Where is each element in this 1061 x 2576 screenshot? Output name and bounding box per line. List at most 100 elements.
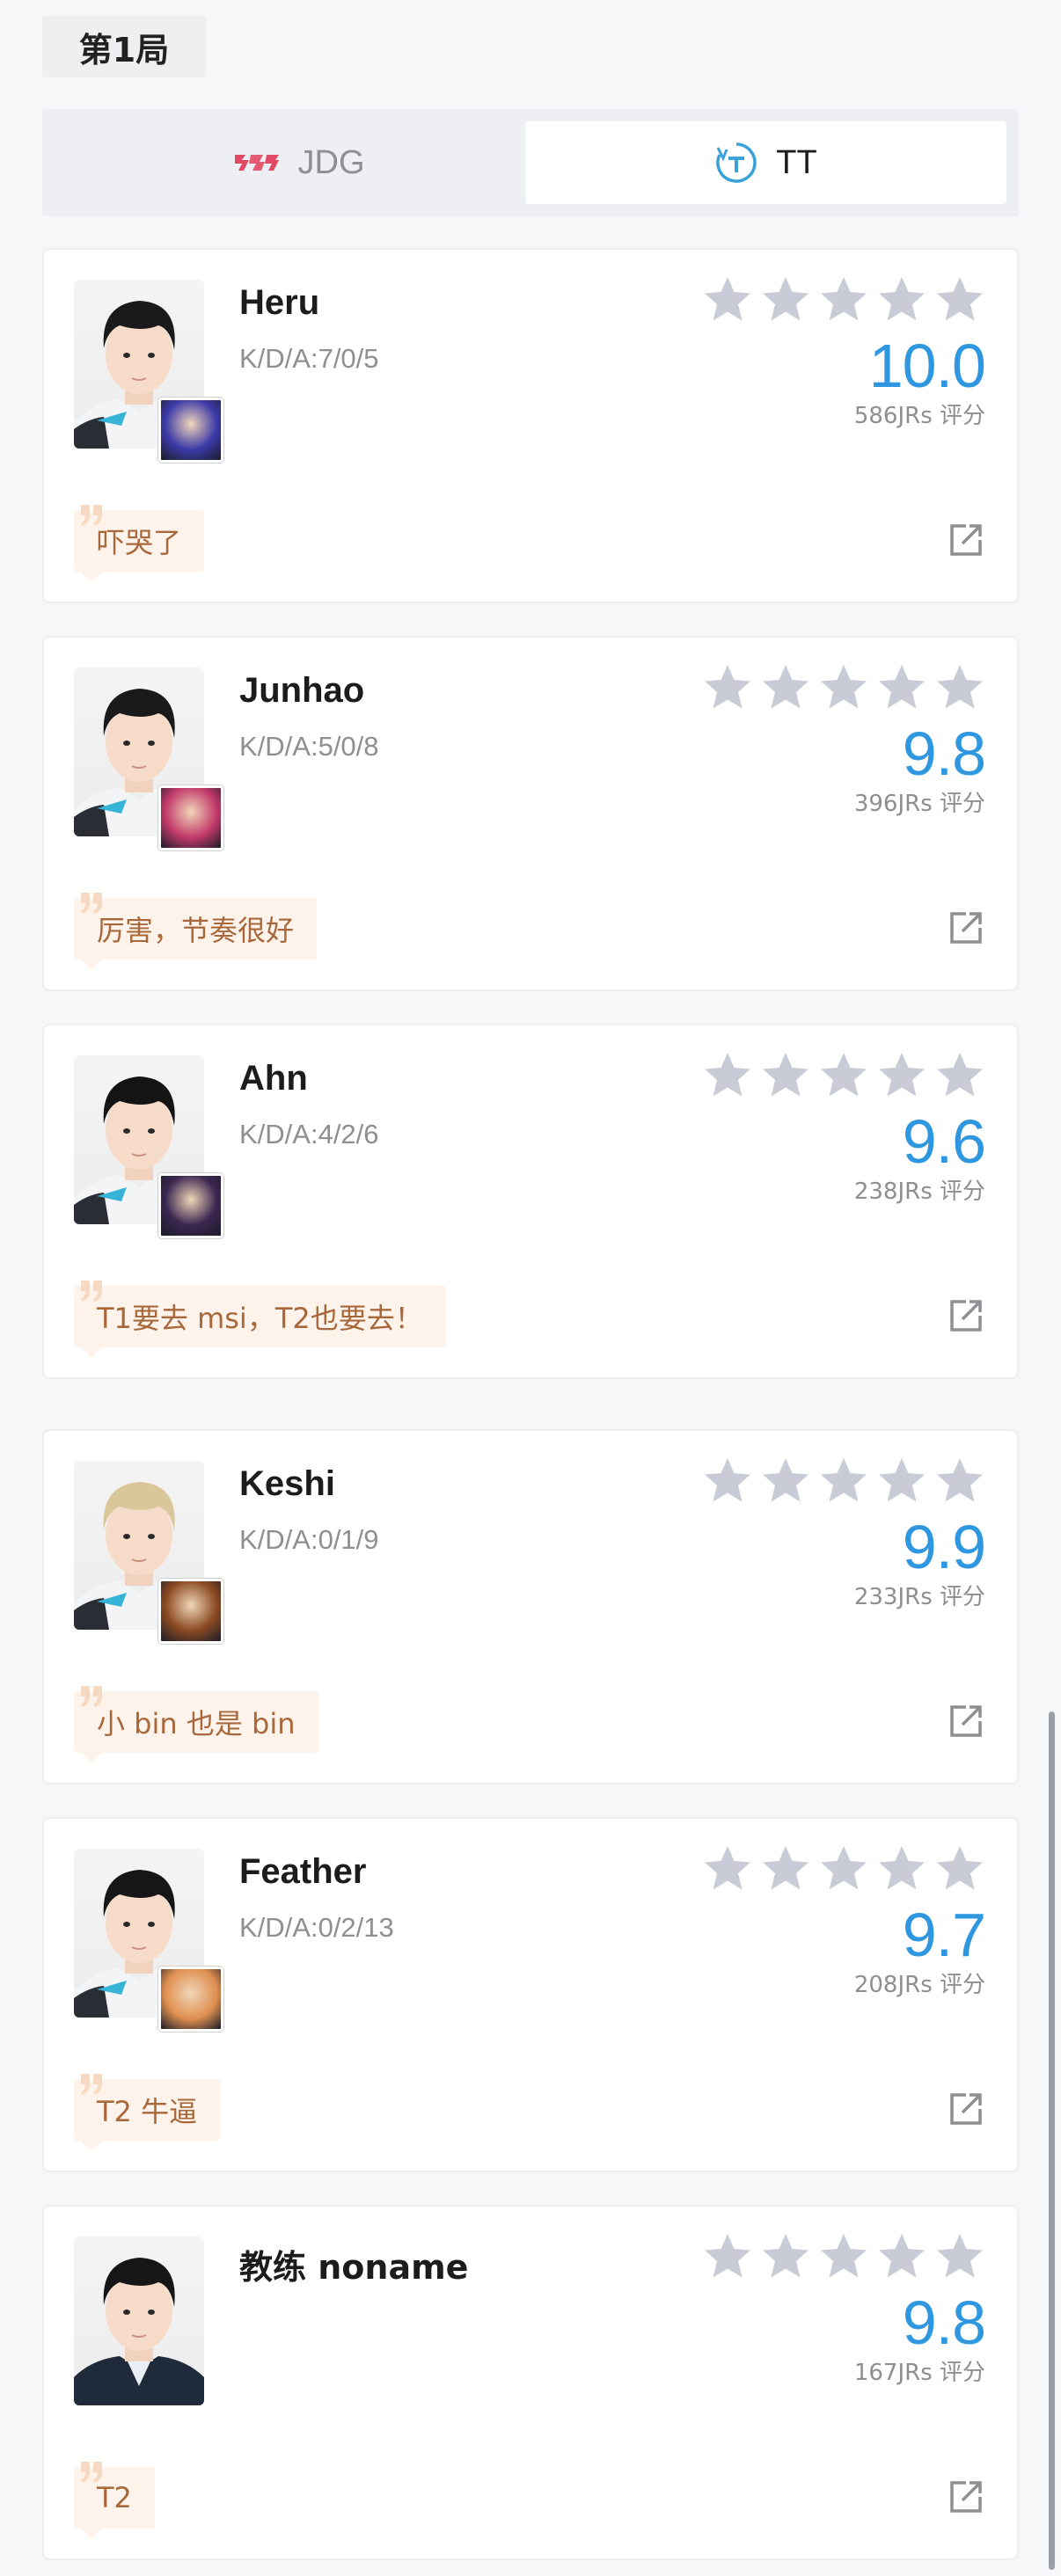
star-icon[interactable] [818, 274, 869, 325]
star-icon[interactable] [934, 274, 985, 325]
star-icon[interactable] [702, 1456, 753, 1507]
champion-icon [158, 398, 223, 463]
star-rating[interactable] [702, 1456, 985, 1507]
player-name: Ahn [239, 1059, 308, 1098]
team-name-tt: TT [776, 143, 817, 181]
hot-comment[interactable]: 吓哭了 [74, 505, 205, 582]
tab-tt[interactable]: TT [525, 121, 1006, 204]
tab-jdg[interactable]: JDG [55, 121, 543, 204]
hot-comment[interactable]: T1要去 msi，T2也要去！ [74, 1281, 446, 1358]
star-icon[interactable] [876, 1456, 927, 1507]
star-icon[interactable] [818, 2231, 869, 2282]
hot-comment[interactable]: 厉害，节奏很好 [74, 893, 318, 970]
vote-count: 167JRs 评分 [853, 2360, 985, 2386]
share-icon[interactable] [947, 909, 985, 947]
kda-stat: K/D/A:0/1/9 [239, 1524, 379, 1555]
star-icon[interactable] [876, 274, 927, 325]
player-card[interactable]: Ahn K/D/A:4/2/6 9.6 238JRs 评分 T1要去 msi，T2也要去… [42, 1024, 1019, 1379]
player-name: Feather [239, 1852, 367, 1891]
champion-icon [158, 1173, 223, 1238]
vote-count: 208JRs 评分 [853, 1972, 985, 1998]
star-icon[interactable] [760, 1050, 811, 1101]
star-icon[interactable] [876, 662, 927, 713]
rating-score: 9.6 [902, 1107, 986, 1176]
share-icon[interactable] [947, 2090, 985, 2128]
star-icon[interactable] [702, 662, 753, 713]
star-icon[interactable] [876, 1050, 927, 1101]
quote-icon [81, 505, 102, 526]
kda-stat: K/D/A:4/2/6 [239, 1119, 379, 1149]
comment-tail [81, 1347, 102, 1358]
comment-tail [81, 1753, 102, 1763]
player-name: Heru [239, 283, 320, 322]
comment-text: T2 [97, 2481, 132, 2514]
vote-count: 396JRs 评分 [853, 791, 985, 817]
star-rating[interactable] [702, 274, 985, 325]
star-icon[interactable] [818, 1843, 869, 1894]
star-icon[interactable] [934, 1456, 985, 1507]
share-icon[interactable] [947, 2477, 985, 2516]
quote-icon [81, 893, 102, 914]
hot-comment[interactable]: T2 牛逼 [74, 2074, 221, 2151]
team-switch: JDG TT [42, 109, 1019, 216]
star-icon[interactable] [876, 2231, 927, 2282]
star-icon[interactable] [702, 1843, 753, 1894]
quote-icon [81, 1281, 102, 1302]
star-icon[interactable] [934, 662, 985, 713]
quote-icon [81, 2074, 102, 2095]
star-icon[interactable] [876, 1843, 927, 1894]
kda-stat: K/D/A:5/0/8 [239, 731, 379, 762]
hot-comment[interactable]: 小 bin 也是 bin [74, 1686, 318, 1763]
player-card[interactable]: Heru K/D/A:7/0/5 10.0 586JRs 评分吓哭了 [42, 248, 1019, 603]
comment-text: 吓哭了 [97, 526, 182, 559]
star-icon[interactable] [702, 274, 753, 325]
tt-logo-icon [714, 141, 758, 185]
star-icon[interactable] [760, 274, 811, 325]
star-icon[interactable] [702, 1050, 753, 1101]
star-rating[interactable] [702, 662, 985, 713]
star-icon[interactable] [934, 1050, 985, 1101]
vote-count: 586JRs 评分 [853, 403, 985, 429]
comment-tail [81, 2529, 102, 2539]
player-card[interactable]: Junhao K/D/A:5/0/8 9.8 396JRs 评分厉害，节奏很好 [42, 636, 1019, 991]
star-icon[interactable] [702, 2231, 753, 2282]
player-card[interactable]: Keshi K/D/A:0/1/9 9.9 233JRs 评分小 bin 也是 bin [42, 1429, 1019, 1784]
team-name-jdg: JDG [297, 143, 365, 181]
scrollbar[interactable] [1049, 1711, 1055, 2570]
kda-stat: K/D/A:0/2/13 [239, 1912, 394, 1943]
rating-score: 10.0 [868, 332, 986, 400]
star-icon[interactable] [760, 1456, 811, 1507]
star-rating[interactable] [702, 1843, 985, 1894]
star-icon[interactable] [760, 1843, 811, 1894]
player-rating-page: 第1局 JDG TT Heru K/D/A:7/0/5 10.0 586JRs … [0, 0, 1061, 2576]
star-icon[interactable] [934, 2231, 985, 2282]
comment-text: 小 bin 也是 bin [97, 1707, 296, 1740]
rating-score: 9.8 [902, 719, 986, 788]
champion-icon [158, 1579, 223, 1644]
vote-count: 233JRs 评分 [853, 1584, 985, 1610]
rating-score: 9.9 [902, 1513, 986, 1581]
kda-stat: K/D/A:7/0/5 [239, 343, 379, 374]
player-name: Junhao [239, 671, 365, 710]
star-icon[interactable] [760, 662, 811, 713]
share-icon[interactable] [947, 521, 985, 559]
star-rating[interactable] [702, 1050, 985, 1101]
comment-text: 厉害，节奏很好 [97, 914, 295, 947]
star-rating[interactable] [702, 2231, 985, 2282]
comment-tail [81, 572, 102, 582]
hot-comment[interactable]: T2 [74, 2462, 155, 2539]
player-card[interactable]: 教练 noname 9.8 167JRs 评分 T2 [42, 2205, 1019, 2560]
rating-score: 9.8 [902, 2288, 986, 2357]
comment-tail [81, 960, 102, 970]
star-icon[interactable] [818, 662, 869, 713]
champion-icon [158, 785, 223, 850]
star-icon[interactable] [818, 1050, 869, 1101]
player-card[interactable]: Feather K/D/A:0/2/13 9.7 208JRs 评分 T2 牛逼 [42, 1817, 1019, 2172]
star-icon[interactable] [934, 1843, 985, 1894]
share-icon[interactable] [947, 1296, 985, 1335]
comment-text: T2 牛逼 [97, 2095, 198, 2128]
player-name: Keshi [239, 1464, 335, 1503]
star-icon[interactable] [760, 2231, 811, 2282]
star-icon[interactable] [818, 1456, 869, 1507]
share-icon[interactable] [947, 1702, 985, 1740]
